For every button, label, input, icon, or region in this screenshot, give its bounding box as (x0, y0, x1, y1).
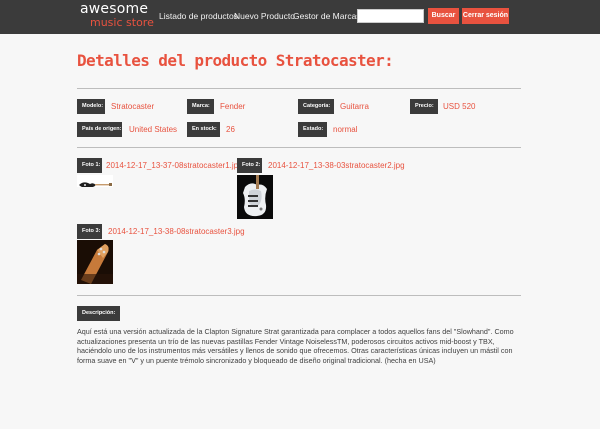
nav-nuevo-producto[interactable]: Nuevo Producto (234, 11, 295, 21)
nav-gestor-marcas[interactable]: Gestor de Marcas (293, 11, 361, 21)
search-input[interactable] (357, 9, 424, 23)
logo-line-1: awesome (80, 1, 149, 17)
page-title: Detalles del producto Stratocaster: (77, 51, 394, 70)
estado-value: normal (333, 125, 358, 134)
logout-button[interactable]: Cerrar sesión (462, 8, 509, 24)
foto-2-label: Foto 2: (237, 158, 262, 173)
nav-listado-productos[interactable]: Listado de productos (159, 11, 238, 21)
foto-1-label: Foto 1: (77, 158, 102, 173)
categoria-value: Guitarra (340, 102, 369, 111)
marca-label: Marca: (187, 99, 214, 114)
divider (77, 295, 521, 296)
foto-3-image[interactable] (77, 240, 113, 284)
modelo-label: Modelo: (77, 99, 105, 114)
foto-1-image[interactable] (77, 175, 113, 187)
descripcion-label: Descripción: (77, 306, 120, 321)
product-description: Aquí está una versión actualizada de la … (77, 327, 514, 365)
top-navbar: awesome music store Listado de productos… (0, 0, 600, 34)
foto-1-filename[interactable]: 2014-12-17_13-37-08stratocaster1.jpg (106, 158, 243, 173)
precio-value: USD 520 (443, 102, 476, 111)
foto-3-filename[interactable]: 2014-12-17_13-38-08stratocaster3.jpg (108, 224, 245, 239)
precio-label: Precio: (410, 99, 438, 114)
divider (77, 88, 521, 89)
modelo-value: Stratocaster (111, 102, 155, 111)
pais-value: United States (129, 125, 178, 134)
stock-value: 26 (226, 125, 235, 134)
marca-value: Fender (220, 102, 246, 111)
foto-2-filename[interactable]: 2014-12-17_13-38-03stratocaster2.jpg (268, 158, 405, 173)
estado-label: Estado: (298, 122, 327, 137)
foto-3-label: Foto 3: (77, 224, 102, 239)
search-button[interactable]: Buscar (428, 8, 459, 24)
logo-line-2: music store (90, 16, 154, 29)
divider (77, 147, 521, 148)
categoria-label: Categoría: (298, 99, 334, 114)
stock-label: En stock: (187, 122, 220, 137)
brand-logo[interactable]: awesome music store (80, 2, 154, 28)
foto-2-image[interactable] (237, 175, 273, 219)
pais-label: País de origen: (77, 122, 122, 137)
